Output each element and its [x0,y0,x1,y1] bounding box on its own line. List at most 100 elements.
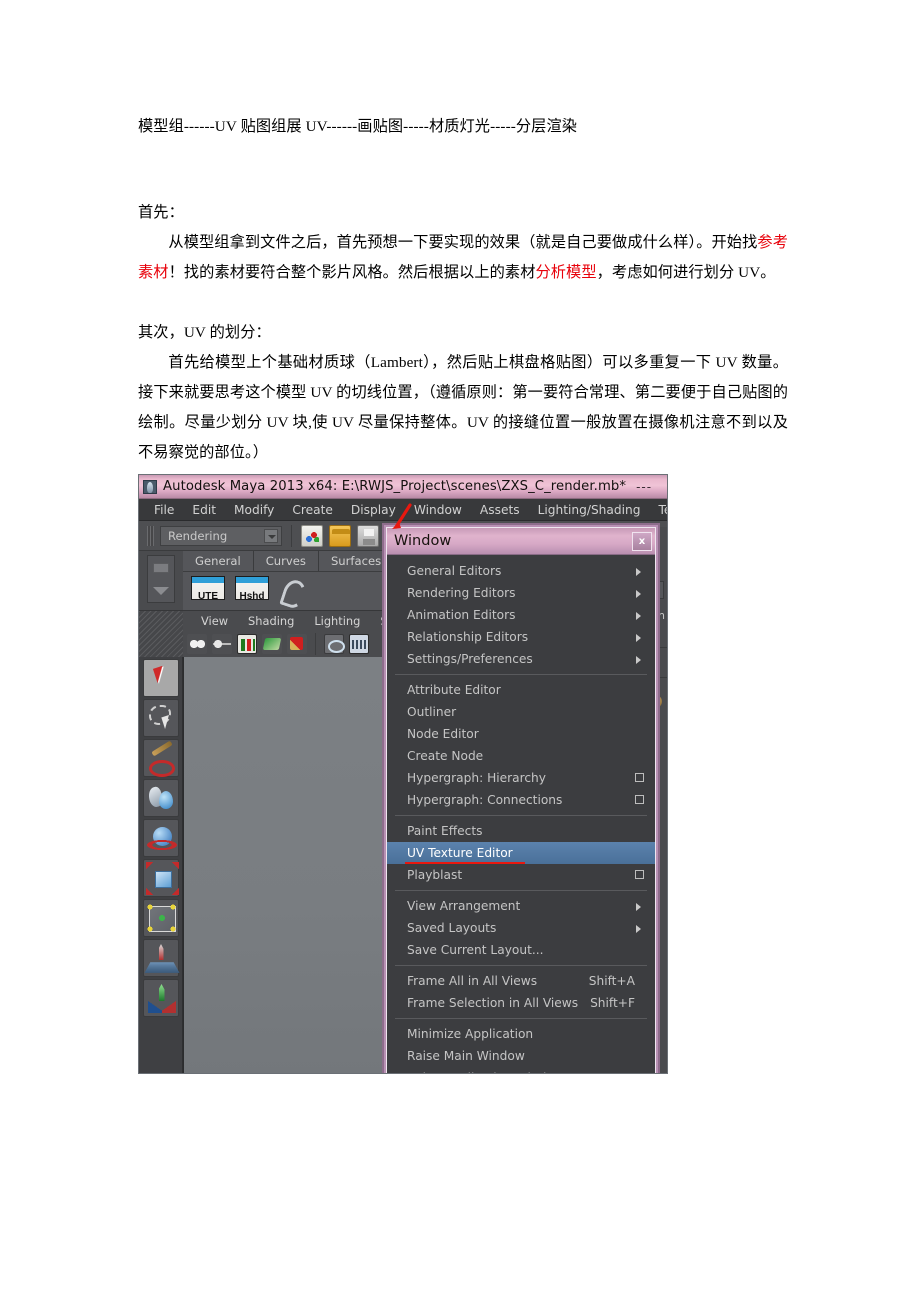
shelf-tab-general[interactable]: General [183,551,254,571]
shelf-tab-curves[interactable]: Curves [253,551,319,571]
shelf-dropdown-icon[interactable] [153,587,169,595]
menu-item-outliner[interactable]: Outliner [387,701,655,723]
chevron-right-icon [636,612,641,620]
shelf-button-hshd-label: Hshd [239,591,265,602]
menu-item-label: UV Texture Editor [407,846,513,860]
menu-item-settings-preferences[interactable]: Settings/Preferences [387,648,655,670]
menu-item-label: Saved Layouts [407,921,497,935]
menu-item-shortcut: Shift+F [590,996,635,1010]
divider [315,633,316,655]
menu-item-minimize-application[interactable]: Minimize Application [387,1023,655,1045]
isolate-select-icon[interactable] [324,634,345,654]
menu-window[interactable]: Window [405,499,471,521]
menu-create[interactable]: Create [283,499,342,521]
p1-text-b: ！找的素材要符合整个影片风格。然后根据以上的素材 [168,264,536,281]
rotate-tool-icon[interactable] [142,819,179,857]
new-scene-icon[interactable] [301,524,323,547]
chevron-right-icon [636,634,641,642]
two-panes-icon[interactable] [187,634,207,654]
paint-plane-icon[interactable] [262,634,282,654]
menu-set-selector[interactable]: Rendering [160,525,282,546]
menu-texturing[interactable]: Texturing [649,499,667,521]
shelf-options-icon[interactable] [153,563,169,573]
menu-item-label: Outliner [407,705,457,719]
menu-separator [395,1018,647,1019]
menu-item-relationship-editors[interactable]: Relationship Editors [387,626,655,648]
lasso-select-tool-icon[interactable] [142,699,179,737]
lattice-deform-tool-icon[interactable] [142,899,179,937]
menu-file[interactable]: File [145,499,183,521]
menu-separator [395,890,647,891]
menu-item-label: Minimize Application [407,1027,534,1041]
menu-item-animation-editors[interactable]: Animation Editors [387,604,655,626]
menu-item-label: Hypergraph: Connections [407,793,563,807]
paint-select-tool-icon[interactable] [142,739,179,777]
panel-menu-view[interactable]: View [191,614,238,628]
menu-item-create-node[interactable]: Create Node [387,745,655,767]
open-scene-icon[interactable] [329,524,351,547]
panel-menu-shading[interactable]: Shading [238,614,304,628]
chevron-right-icon [636,590,641,598]
scale-tool-icon[interactable] [142,859,179,897]
p1-text-a: 从模型组拿到文件之后，首先预想一下要实现的效果（就是自己要做成什么样）。开始找 [168,234,758,251]
menu-item-raise-main-window[interactable]: Raise Main Window [387,1045,655,1067]
menu-item-label: Hypergraph: Hierarchy [407,771,546,785]
menu-item-rendering-editors[interactable]: Rendering Editors [387,582,655,604]
p1-highlight-analyze-model: 分析模型 [535,264,597,281]
menu-assets[interactable]: Assets [471,499,529,521]
color-bars-icon[interactable] [237,634,257,654]
menu-item-raise-application-windows[interactable]: Raise Application Windows [387,1067,655,1073]
chevron-down-icon[interactable] [264,528,278,543]
menu-item-saved-layouts[interactable]: Saved Layouts [387,917,655,939]
menu-item-attribute-editor[interactable]: Attribute Editor [387,679,655,701]
menu-item-general-editors[interactable]: General Editors [387,560,655,582]
window-menu-popup: Window x General Editors Rendering Edito… [386,527,656,1073]
menu-item-paint-effects[interactable]: Paint Effects [387,820,655,842]
move-tool-icon[interactable] [142,979,179,1017]
doc-section1-label: 首先： [138,204,184,221]
shelf-button-hshd[interactable]: Hshd [235,576,269,606]
film-gate-icon[interactable] [349,634,369,654]
panel-menu-lighting[interactable]: Lighting [304,614,370,628]
shelf-tab-menu-box[interactable] [147,555,175,603]
menu-item-hypergraph-connections[interactable]: Hypergraph: Connections [387,789,655,811]
window-menu-title-bar[interactable]: Window x [387,528,655,555]
document-body: 模型组------UV 贴图组展 UV------画贴图-----材质灯光---… [138,0,788,528]
doc-paragraph-2: 首先给模型上个基础材质球（Lambert），然后贴上棋盘格贴图）可以多重复一下 … [138,354,788,461]
paint-swirl-icon[interactable] [279,578,305,604]
menu-item-frame-all-in-all-views[interactable]: Frame All in All Views Shift+A [387,970,655,992]
checkbox-icon[interactable] [635,870,644,879]
soft-modification-tool-icon[interactable] [142,779,179,817]
menu-lighting-shading[interactable]: Lighting/Shading [529,499,650,521]
menu-modify[interactable]: Modify [225,499,283,521]
menu-item-label: Frame Selection in All Views [407,996,579,1010]
maya-toolbox [139,657,183,1073]
maya-title-trailing: --- [636,479,653,494]
select-tool-icon[interactable] [142,659,179,697]
close-icon[interactable]: x [632,531,652,551]
menu-separator [395,674,647,675]
menu-item-playblast[interactable]: Playblast [387,864,655,886]
menu-item-hypergraph-hierarchy[interactable]: Hypergraph: Hierarchy [387,767,655,789]
menu-item-view-arrangement[interactable]: View Arrangement [387,895,655,917]
checkbox-icon[interactable] [635,773,644,782]
chevron-right-icon [636,568,641,576]
shelf-tab-surfaces[interactable]: Surfaces [318,551,395,571]
menu-item-label: Node Editor [407,727,479,741]
shelf-button-ute[interactable]: UTE [191,576,225,606]
checkbox-icon[interactable] [635,795,644,804]
menu-item-label: General Editors [407,564,502,578]
menu-item-node-editor[interactable]: Node Editor [387,723,655,745]
pane-list-icon[interactable] [212,634,232,654]
snap-move-tool-icon[interactable] [142,939,179,977]
menu-item-save-current-layout[interactable]: Save Current Layout... [387,939,655,961]
chevron-right-icon [636,903,641,911]
save-scene-icon[interactable] [357,524,379,547]
menu-item-uv-texture-editor[interactable]: UV Texture Editor [387,842,655,864]
maya-app-icon [143,479,157,494]
menu-set-label: Rendering [168,528,228,543]
light-wand-icon[interactable] [287,634,307,654]
status-line-grip[interactable] [147,525,154,546]
menu-edit[interactable]: Edit [183,499,225,521]
menu-item-frame-selection-in-all-views[interactable]: Frame Selection in All Views Shift+F [387,992,655,1014]
